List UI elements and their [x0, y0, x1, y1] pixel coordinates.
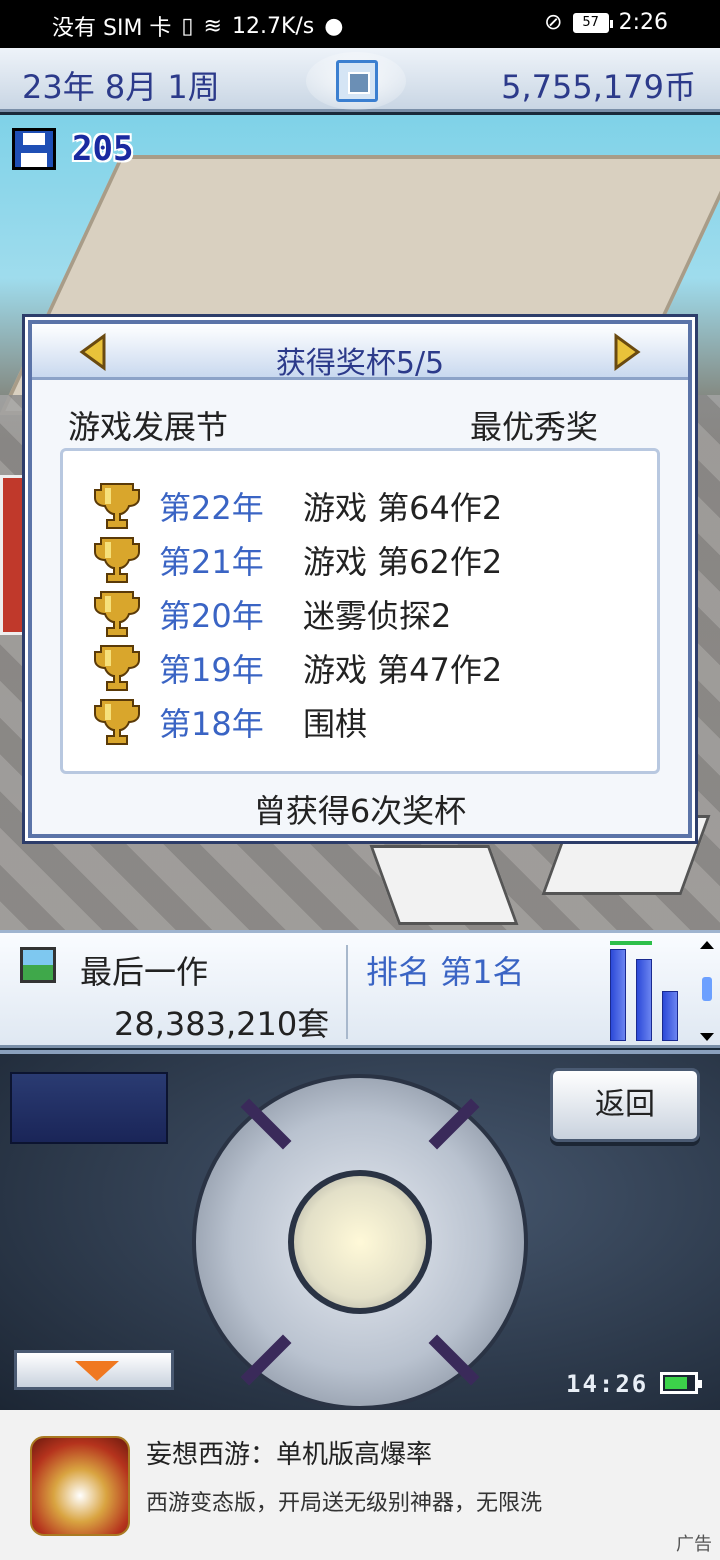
trophy-game: 围棋 — [303, 705, 368, 743]
last-work-sales: 28,383,210套 — [114, 1005, 330, 1043]
battery-indicator: 57 — [572, 12, 613, 33]
last-work-label: 最后一作 — [80, 953, 209, 991]
trophy-row: 第22年 游戏 第64作2 — [91, 479, 657, 533]
qq-icon: ● — [324, 13, 344, 39]
award-name: 最优秀奖 — [469, 408, 598, 446]
trophy-game: 游戏 第62作2 — [303, 543, 503, 581]
rank-label: 排名 第1名 — [366, 953, 525, 991]
trophy-year: 第18年 — [159, 705, 264, 743]
trophy-row: 第20年 迷雾侦探2 — [91, 587, 657, 641]
chart-bar — [610, 949, 626, 1041]
dpad-divider — [428, 1334, 480, 1386]
trophy-icon — [94, 699, 140, 745]
sim-icon: ▯ — [181, 13, 194, 39]
dpad-divider — [428, 1098, 480, 1150]
carrier-label: 没有 SIM 卡 — [52, 16, 172, 41]
battery-icon — [660, 1372, 702, 1394]
controller-panel: 返回 14:26 — [0, 1050, 720, 1410]
dialog-header: 获得奖杯5/5 — [32, 324, 688, 381]
game-top-bar: 23年 8月 1周 5,755,179币 — [0, 48, 720, 112]
trophy-row: 第18年 围棋 — [91, 695, 657, 749]
trophy-row: 第19年 游戏 第47作2 — [91, 641, 657, 695]
total-awards: 曾获得6次奖杯 — [253, 792, 467, 830]
scroll-thumb[interactable] — [702, 977, 712, 1001]
trophy-game: 迷雾侦探2 — [303, 597, 452, 635]
directional-pad[interactable] — [192, 1074, 528, 1410]
trophy-icon — [94, 483, 140, 529]
dpad-divider — [240, 1098, 292, 1150]
trophy-game: 游戏 第47作2 — [303, 651, 503, 689]
info-bar[interactable]: 最后一作 28,383,210套 排名 第1名 — [0, 930, 720, 1048]
ad-banner[interactable]: 妄想西游：单机版高爆率 西游变态版，开局送无级别神器，无限洗 广告 — [0, 1410, 720, 1560]
trophy-dialog: 获得奖杯5/5 游戏发展节 最优秀奖 第22年 游戏 第64作2 第21年 游戏… — [28, 320, 692, 838]
dropdown-arrow-button[interactable] — [14, 1350, 174, 1390]
ad-label: 广告 — [676, 1534, 712, 1555]
scroll-up-icon[interactable] — [700, 941, 714, 949]
wifi-icon: ≋ — [203, 13, 222, 39]
save-count: 205 — [72, 129, 134, 169]
center-menu-button[interactable] — [336, 60, 378, 102]
game-date: 23年 8月 1周 — [22, 68, 220, 106]
trophy-icon — [94, 537, 140, 583]
trophy-icon — [94, 645, 140, 691]
info-scrollbar[interactable] — [700, 941, 714, 1041]
trophy-year: 第22年 — [159, 489, 264, 527]
menu-slot-button[interactable] — [10, 1072, 168, 1144]
dialog-title: 获得奖杯5/5 — [275, 346, 445, 381]
scroll-down-icon[interactable] — [700, 1033, 714, 1041]
trophy-game: 游戏 第64作2 — [303, 489, 503, 527]
trophy-year: 第20年 — [159, 597, 264, 635]
trophy-icon — [94, 591, 140, 637]
trophy-year: 第19年 — [159, 651, 264, 689]
save-indicator: 205 — [12, 128, 133, 170]
back-button[interactable]: 返回 — [550, 1068, 700, 1142]
next-arrow-icon[interactable] — [606, 332, 646, 372]
trophy-row: 第21年 游戏 第62作2 — [91, 533, 657, 587]
divider — [346, 945, 348, 1039]
ad-app-icon[interactable] — [30, 1436, 130, 1536]
money-display: 5,755,179币 — [501, 68, 696, 106]
network-speed: 12.7K/s — [231, 13, 315, 39]
award-category: 游戏发展节 — [68, 408, 229, 446]
chart-marker — [610, 941, 652, 945]
status-time: 2:26 — [618, 10, 668, 35]
game-thumbnail-icon — [20, 947, 56, 983]
dpad-divider — [240, 1334, 292, 1386]
device-clock: 14:26 — [566, 1370, 649, 1398]
chart-bar — [636, 959, 652, 1041]
ad-description[interactable]: 西游变态版，开局送无级别神器，无限洗 — [146, 1488, 606, 1532]
floppy-disk-icon — [12, 128, 56, 170]
trophy-list: 第22年 游戏 第64作2 第21年 游戏 第62作2 第20年 迷雾侦探2 第… — [60, 448, 660, 774]
ad-title[interactable]: 妄想西游：单机版高爆率 — [146, 1434, 432, 1471]
trophy-year: 第21年 — [159, 543, 264, 581]
dpad-center-button[interactable] — [288, 1170, 432, 1314]
sales-mini-chart — [606, 941, 690, 1041]
chart-bar — [662, 991, 678, 1041]
status-bar: 没有 SIM 卡 ▯ ≋ 12.7K/s ● ⊘ 57 2:26 — [0, 0, 720, 48]
mute-icon: ⊘ — [544, 10, 563, 35]
